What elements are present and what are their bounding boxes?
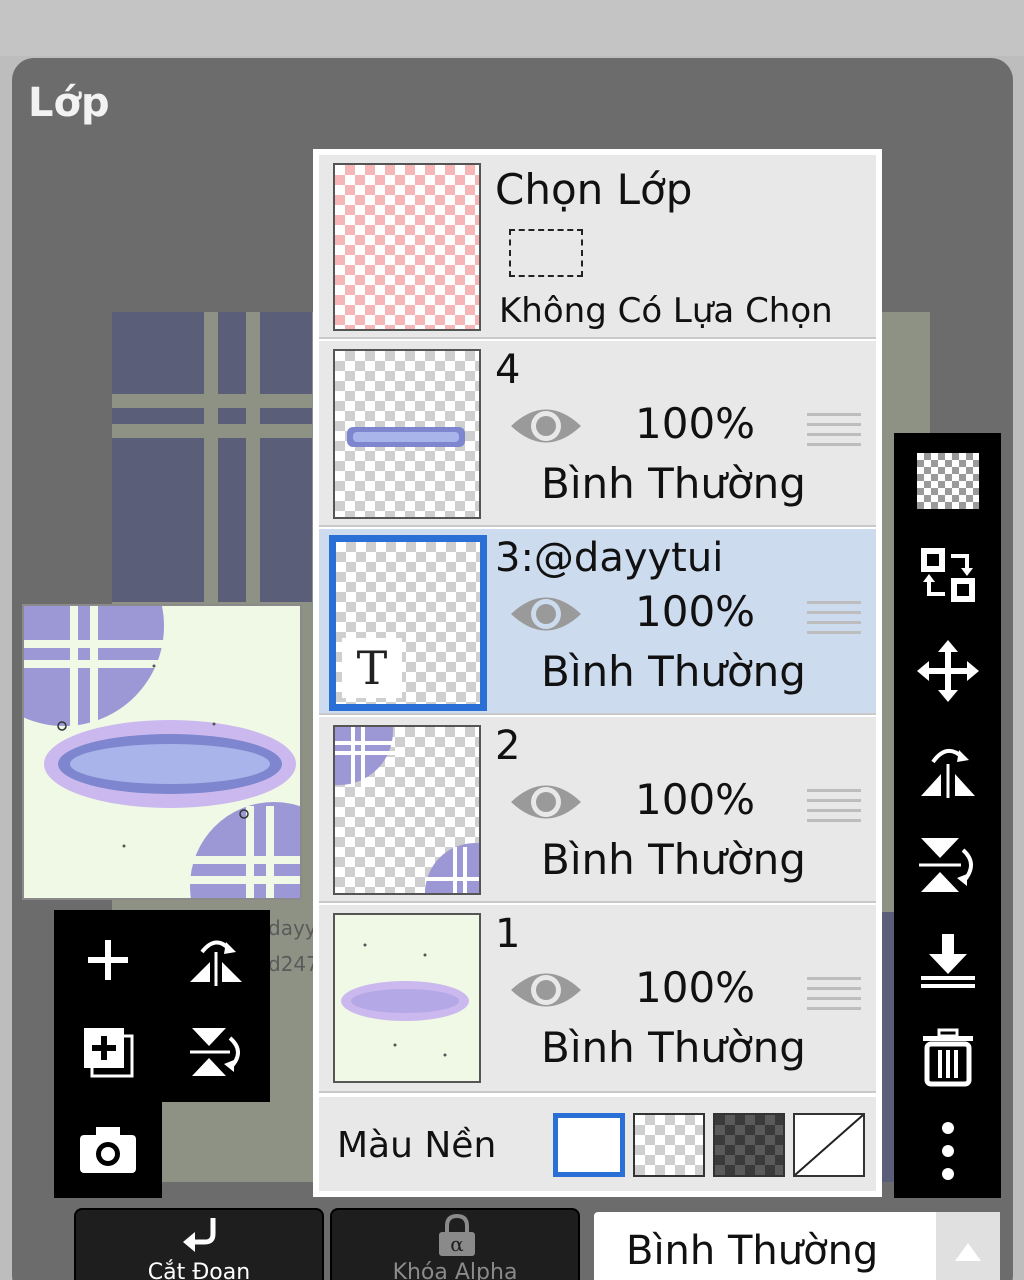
layer-row-4[interactable]: 4 100% Bình Thường [319, 341, 876, 527]
layer-row-2[interactable]: 2 100% Bình Thường [319, 717, 876, 903]
layer-thumbnail-2 [333, 725, 481, 895]
status-strip [0, 0, 1024, 56]
lock-icon: α [439, 1214, 475, 1256]
background-color-row: Màu Nền [319, 1097, 876, 1191]
eye-icon[interactable] [509, 403, 583, 453]
trash-icon[interactable] [910, 1019, 986, 1095]
background-swatch-transparent[interactable] [633, 1113, 705, 1177]
selection-layer-thumbnail [333, 163, 481, 331]
flip-vertical-icon[interactable] [176, 1012, 256, 1092]
layer-blend-1: Bình Thường [541, 1023, 806, 1072]
drag-handle-icon[interactable] [807, 977, 861, 1017]
selection-marquee-icon [509, 229, 583, 277]
drag-handle-icon[interactable] [807, 789, 861, 829]
layer-thumbnail-4 [333, 349, 481, 519]
preview-artwork [24, 606, 300, 898]
eye-icon[interactable] [509, 967, 583, 1017]
checker-icon[interactable] [910, 443, 986, 519]
chevron-up-icon [955, 1243, 981, 1261]
left-toolbox [54, 910, 270, 1102]
layer-blend-3: Bình Thường [541, 647, 806, 696]
eye-icon[interactable] [509, 591, 583, 641]
left-toolbox-extra [54, 1100, 162, 1198]
layer-opacity-2: 100% [635, 775, 756, 824]
alpha-lock-label: Khóa Alpha [392, 1260, 518, 1280]
swap-layer-icon[interactable] [910, 537, 986, 613]
drag-handle-icon[interactable] [807, 413, 861, 453]
blend-mode-value: Bình Thường [626, 1228, 879, 1274]
background-swatch-dark[interactable] [713, 1113, 785, 1177]
selection-layer-title: Chọn Lớp [495, 165, 693, 214]
move-icon[interactable] [910, 633, 986, 709]
layer-row-3[interactable]: T 3:@dayytui 100% Bình Thường [319, 529, 876, 715]
alpha-lock-button[interactable]: α Khóa Alpha [330, 1208, 580, 1280]
more-icon[interactable] [910, 1113, 986, 1189]
layer-name-4: 4 [495, 347, 521, 393]
flip-horizontal-icon[interactable] [176, 920, 256, 1000]
eye-icon[interactable] [509, 779, 583, 829]
plus-icon[interactable] [68, 920, 148, 1000]
blend-mode-arrow[interactable] [936, 1212, 1000, 1280]
svg-text:α: α [450, 1232, 464, 1256]
clip-label: Cắt Đoạn [147, 1260, 251, 1280]
layer-thumbnail-1 [333, 913, 481, 1083]
layer-row-1[interactable]: 1 100% Bình Thường [319, 905, 876, 1093]
clip-button[interactable]: Cắt Đoạn [74, 1208, 324, 1280]
canvas-preview[interactable] [22, 604, 302, 900]
layer-opacity-1: 100% [635, 963, 756, 1012]
right-toolbar [894, 433, 1001, 1198]
panel-title: Lớp [28, 80, 110, 126]
layer-opacity-3: 100% [635, 587, 756, 636]
layer-thumbnail-3: T [329, 535, 487, 711]
background-color-label: Màu Nền [337, 1125, 497, 1166]
layer-blend-4: Bình Thường [541, 459, 806, 508]
selection-layer-row[interactable]: Chọn Lớp Không Có Lựa Chọn [319, 155, 876, 339]
flip-horizontal-icon[interactable] [910, 731, 986, 807]
layer-name-3: 3:@dayytui [495, 535, 724, 581]
canvas-ghost-text-2: d247 [268, 952, 319, 976]
layer-list: Chọn Lớp Không Có Lựa Chọn 4 100% Bình T… [313, 149, 882, 1197]
flip-vertical-icon[interactable] [910, 827, 986, 903]
merge-down-icon[interactable] [910, 923, 986, 999]
camera-icon[interactable] [68, 1110, 148, 1190]
layer-opacity-4: 100% [635, 399, 756, 448]
layer-name-2: 2 [495, 723, 521, 769]
background-swatch-none[interactable] [793, 1113, 865, 1177]
selection-status: Không Có Lựa Chọn [499, 291, 833, 331]
layer-name-1: 1 [495, 911, 521, 957]
blend-mode-select[interactable]: Bình Thường [594, 1212, 1000, 1280]
drag-handle-icon[interactable] [807, 601, 861, 641]
add-layer-icon[interactable] [68, 1012, 148, 1092]
layer-blend-2: Bình Thường [541, 835, 806, 884]
background-swatch-white[interactable] [553, 1113, 625, 1177]
text-layer-icon: T [342, 638, 402, 698]
clip-icon [183, 1218, 216, 1252]
